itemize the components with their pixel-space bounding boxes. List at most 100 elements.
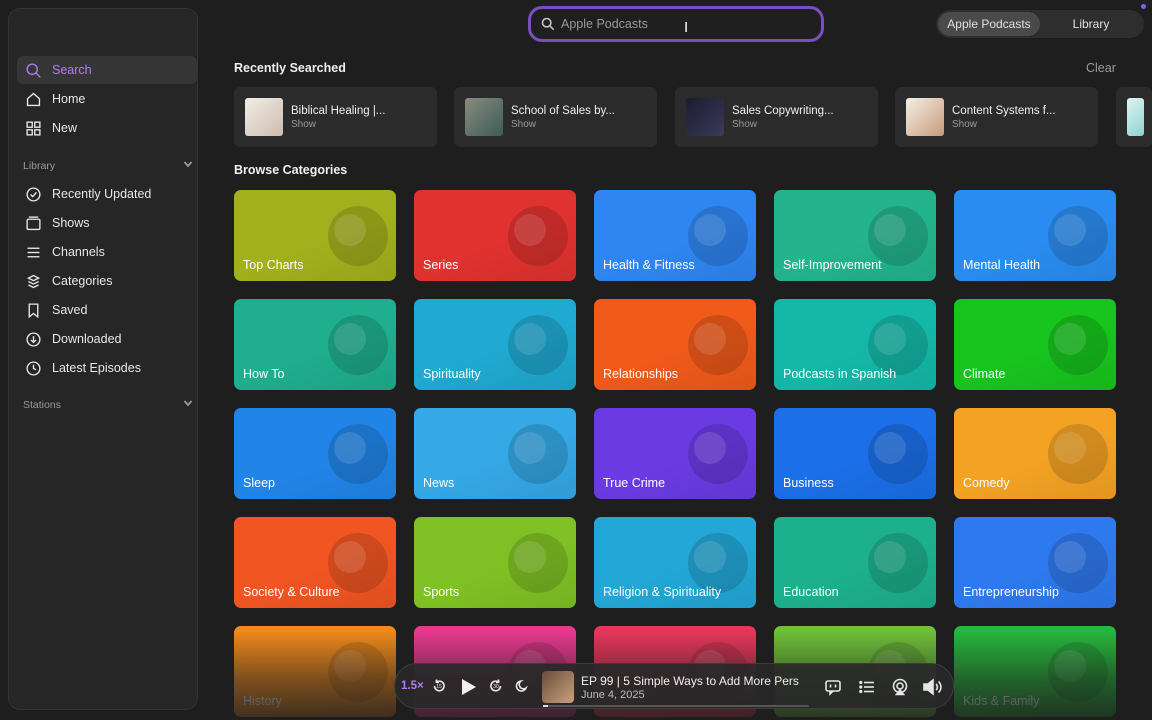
category-tile[interactable]: Health & Fitness (594, 190, 756, 281)
category-tile[interactable]: Society & Culture (234, 517, 396, 608)
tab-apple-podcasts[interactable]: Apple Podcasts (938, 12, 1040, 36)
sidebar-item-search[interactable]: Search (17, 56, 197, 84)
recent-subtitle: Show (511, 118, 537, 130)
progress-bar[interactable] (543, 705, 809, 707)
category-label: Top Charts (243, 258, 304, 272)
channels-icon (25, 244, 42, 261)
sidebar-item-label: Categories (52, 274, 113, 288)
category-illustration (1048, 315, 1108, 375)
sidebar-item-home[interactable]: Home (17, 85, 197, 113)
sidebar: Search Home New Library Recently Updated… (8, 8, 198, 710)
sleep-timer-icon[interactable] (515, 679, 529, 693)
category-tile[interactable]: Religion & Spirituality (594, 517, 756, 608)
recent-search-item-partial[interactable] (1116, 87, 1152, 147)
show-artwork (465, 98, 503, 136)
skip-forward-seconds: 30 (493, 684, 499, 690)
category-illustration (868, 533, 928, 593)
category-tile[interactable]: How To (234, 299, 396, 390)
category-label: Society & Culture (243, 585, 340, 599)
chevron-down-icon (183, 398, 193, 411)
sidebar-item-latest-episodes[interactable]: Latest Episodes (17, 354, 197, 382)
queue-icon[interactable] (858, 678, 876, 696)
category-tile[interactable]: Climate (954, 299, 1116, 390)
categories-icon (25, 273, 42, 290)
category-illustration (508, 206, 568, 266)
episode-date: June 4, 2025 (581, 689, 645, 701)
category-tile[interactable]: Spirituality (414, 299, 576, 390)
playback-speed-button[interactable]: 1.5× (401, 680, 424, 692)
category-label: History (243, 694, 282, 708)
category-tile[interactable]: Comedy (954, 408, 1116, 499)
airplay-icon[interactable] (891, 678, 909, 696)
tab-library[interactable]: Library (1040, 12, 1142, 36)
sidebar-item-downloaded[interactable]: Downloaded (17, 325, 197, 353)
sidebar-item-recently-updated[interactable]: Recently Updated (17, 180, 197, 208)
category-illustration (1048, 424, 1108, 484)
category-tile[interactable]: Education (774, 517, 936, 608)
check-circle-icon (25, 186, 42, 203)
transcript-icon[interactable] (824, 678, 842, 696)
recent-search-item[interactable]: Content Systems f... Show (895, 87, 1098, 147)
progress-fill (543, 705, 549, 707)
category-tile[interactable]: History (234, 626, 396, 717)
recent-title: School of Sales by... (511, 104, 615, 117)
category-tile[interactable]: News (414, 408, 576, 499)
category-illustration (1048, 642, 1108, 702)
category-label: Education (783, 585, 839, 599)
episode-artwork[interactable] (542, 671, 574, 703)
category-tile[interactable]: Series (414, 190, 576, 281)
category-tile[interactable]: Kids & Family (954, 626, 1116, 717)
show-artwork (906, 98, 944, 136)
category-tile[interactable]: Sports (414, 517, 576, 608)
sidebar-item-channels[interactable]: Channels (17, 238, 197, 266)
recent-subtitle: Show (732, 118, 758, 130)
bookmark-icon (25, 302, 42, 319)
sidebar-item-categories[interactable]: Categories (17, 267, 197, 295)
category-label: Entrepreneurship (963, 585, 1059, 599)
search-field[interactable] (528, 6, 824, 42)
recent-subtitle: Show (952, 118, 978, 130)
category-illustration (508, 533, 568, 593)
chevron-down-icon (183, 159, 193, 172)
volume-icon[interactable] (922, 677, 944, 697)
sidebar-item-label: Shows (52, 216, 90, 230)
category-tile[interactable]: Mental Health (954, 190, 1116, 281)
category-illustration (328, 206, 388, 266)
browse-categories-title: Browse Categories (234, 163, 348, 177)
search-input[interactable] (561, 17, 791, 31)
recent-search-item[interactable]: Biblical Healing |... Show (234, 87, 437, 147)
clear-button[interactable]: Clear (1086, 61, 1116, 75)
stations-section-header[interactable]: Stations (23, 398, 193, 411)
sidebar-item-new[interactable]: New (17, 114, 197, 142)
sidebar-item-label: New (52, 121, 78, 135)
category-tile[interactable]: Sleep (234, 408, 396, 499)
category-tile[interactable]: True Crime (594, 408, 756, 499)
library-section-header[interactable]: Library (23, 159, 193, 172)
category-tile[interactable]: Podcasts in Spanish (774, 299, 936, 390)
episode-title[interactable]: EP 99 | 5 Simple Ways to Add More Pers (581, 674, 801, 688)
category-tile[interactable]: Business (774, 408, 936, 499)
recent-subtitle: Show (291, 118, 317, 130)
recent-search-item[interactable]: School of Sales by... Show (454, 87, 657, 147)
skip-back-icon[interactable]: 15 (431, 678, 447, 694)
category-label: Health & Fitness (603, 258, 695, 272)
show-artwork (1127, 98, 1144, 136)
category-tile[interactable]: Relationships (594, 299, 756, 390)
category-label: Self-Improvement (783, 258, 882, 272)
category-tile[interactable]: Top Charts (234, 190, 396, 281)
sidebar-item-saved[interactable]: Saved (17, 296, 197, 324)
sidebar-item-label: Latest Episodes (52, 361, 141, 375)
skip-forward-icon[interactable]: 30 (488, 678, 504, 694)
category-label: Mental Health (963, 258, 1041, 272)
podcasts-app: Search Home New Library Recently Updated… (0, 0, 1152, 720)
play-button[interactable] (457, 676, 479, 698)
category-label: Series (423, 258, 459, 272)
category-label: Business (783, 476, 834, 490)
source-switcher: Apple Podcasts Library (936, 10, 1144, 38)
recent-search-item[interactable]: Sales Copywriting... Show (675, 87, 878, 147)
category-tile[interactable]: Entrepreneurship (954, 517, 1116, 608)
category-tile[interactable]: Self-Improvement (774, 190, 936, 281)
skip-back-seconds: 15 (436, 684, 442, 690)
sidebar-item-shows[interactable]: Shows (17, 209, 197, 237)
home-icon (25, 91, 42, 108)
